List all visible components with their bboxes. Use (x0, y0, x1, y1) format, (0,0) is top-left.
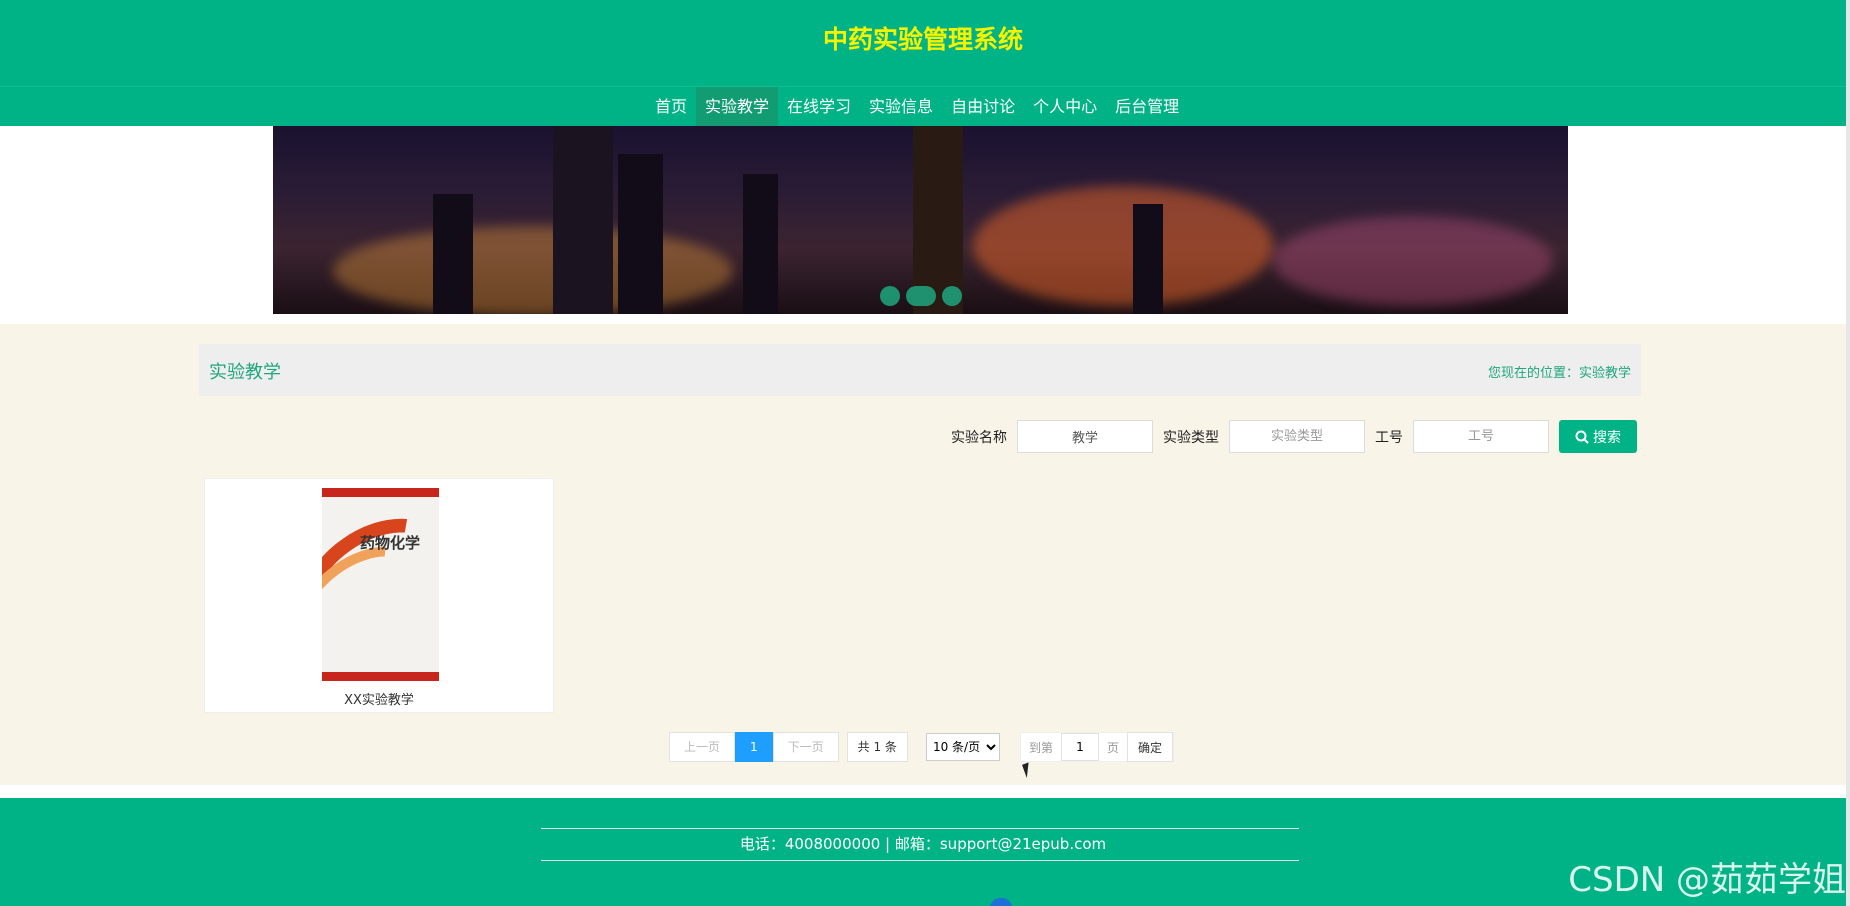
search-form: 实验名称 实验类型 工号 搜索 (951, 420, 1637, 453)
experiment-card[interactable]: 药物化学 XX实验教学 (204, 478, 554, 713)
goto-page-input[interactable] (1060, 733, 1099, 761)
banner-carousel[interactable] (273, 126, 1568, 314)
nav-list: 首页 实验教学 在线学习 实验信息 自由讨论 个人中心 后台管理 (646, 87, 1188, 127)
search-button[interactable]: 搜索 (1559, 420, 1637, 453)
book-cover-title: 药物化学 (360, 534, 421, 552)
total-count: 共 1 条 (846, 732, 908, 762)
next-page-button[interactable]: 下一页 (772, 732, 839, 762)
nav-item-experiment-teaching[interactable]: 实验教学 (696, 87, 779, 127)
watermark: CSDN @茹茹学姐 (1568, 860, 1846, 900)
main-content: 实验教学 您现在的位置：实验教学 实验名称 实验类型 工号 搜索 药物化学 XX… (0, 324, 1846, 785)
main-nav: 首页 实验教学 在线学习 实验信息 自由讨论 个人中心 后台管理 (0, 86, 1846, 127)
staff-id-input[interactable] (1413, 420, 1549, 453)
experiment-type-input[interactable] (1229, 420, 1365, 453)
search-icon (1575, 430, 1589, 444)
card-caption: XX实验教学 (344, 693, 414, 708)
goto-suffix: 页 (1106, 740, 1119, 755)
section-header: 实验教学 您现在的位置：实验教学 (199, 344, 1641, 396)
experiment-name-label: 实验名称 (951, 429, 1007, 446)
carousel-dot[interactable] (941, 286, 962, 306)
cover-band (322, 488, 439, 497)
nav-item-experiment-info[interactable]: 实验信息 (860, 87, 942, 127)
page-scrollbar[interactable] (1846, 0, 1850, 906)
prev-page-button[interactable]: 上一页 (669, 732, 736, 762)
nav-item-discussion[interactable]: 自由讨论 (942, 87, 1024, 127)
nav-item-admin[interactable]: 后台管理 (1106, 87, 1188, 127)
experiment-type-label: 实验类型 (1163, 429, 1219, 446)
footer-divider (541, 828, 1299, 829)
carousel-dot-active[interactable] (905, 286, 936, 306)
footer-divider (541, 860, 1299, 861)
goto-prefix: 到第 (1028, 740, 1053, 755)
goto-confirm-button[interactable]: 确定 (1126, 732, 1173, 762)
experiment-name-input[interactable] (1017, 420, 1153, 453)
page-jump: 到第 页 确定 (1019, 732, 1174, 762)
pagination: 上一页 1 下一页 共 1 条 10 条/页 到第 页 确定 (669, 732, 1174, 762)
section-title: 实验教学 (209, 362, 281, 383)
carousel-dot[interactable] (879, 286, 900, 306)
book-cover-image: 药物化学 (322, 488, 439, 681)
site-title: 中药实验管理系统 (822, 25, 1023, 54)
page-size-select[interactable]: 10 条/页 (925, 733, 1000, 761)
search-button-label: 搜索 (1593, 428, 1621, 445)
carousel-indicators (273, 286, 1568, 306)
footer-contact: 电话：4008000000 | 邮箱：support@21epub.com (739, 835, 1107, 853)
staff-id-label: 工号 (1375, 429, 1403, 446)
nav-item-home[interactable]: 首页 (646, 87, 696, 127)
nav-item-online-learning[interactable]: 在线学习 (778, 87, 860, 127)
cover-band (322, 672, 439, 681)
page-number-current[interactable]: 1 (735, 732, 773, 762)
breadcrumb: 您现在的位置：实验教学 (1487, 366, 1631, 381)
site-header: 中药实验管理系统 (0, 0, 1846, 86)
nav-item-personal-center[interactable]: 个人中心 (1024, 87, 1106, 127)
